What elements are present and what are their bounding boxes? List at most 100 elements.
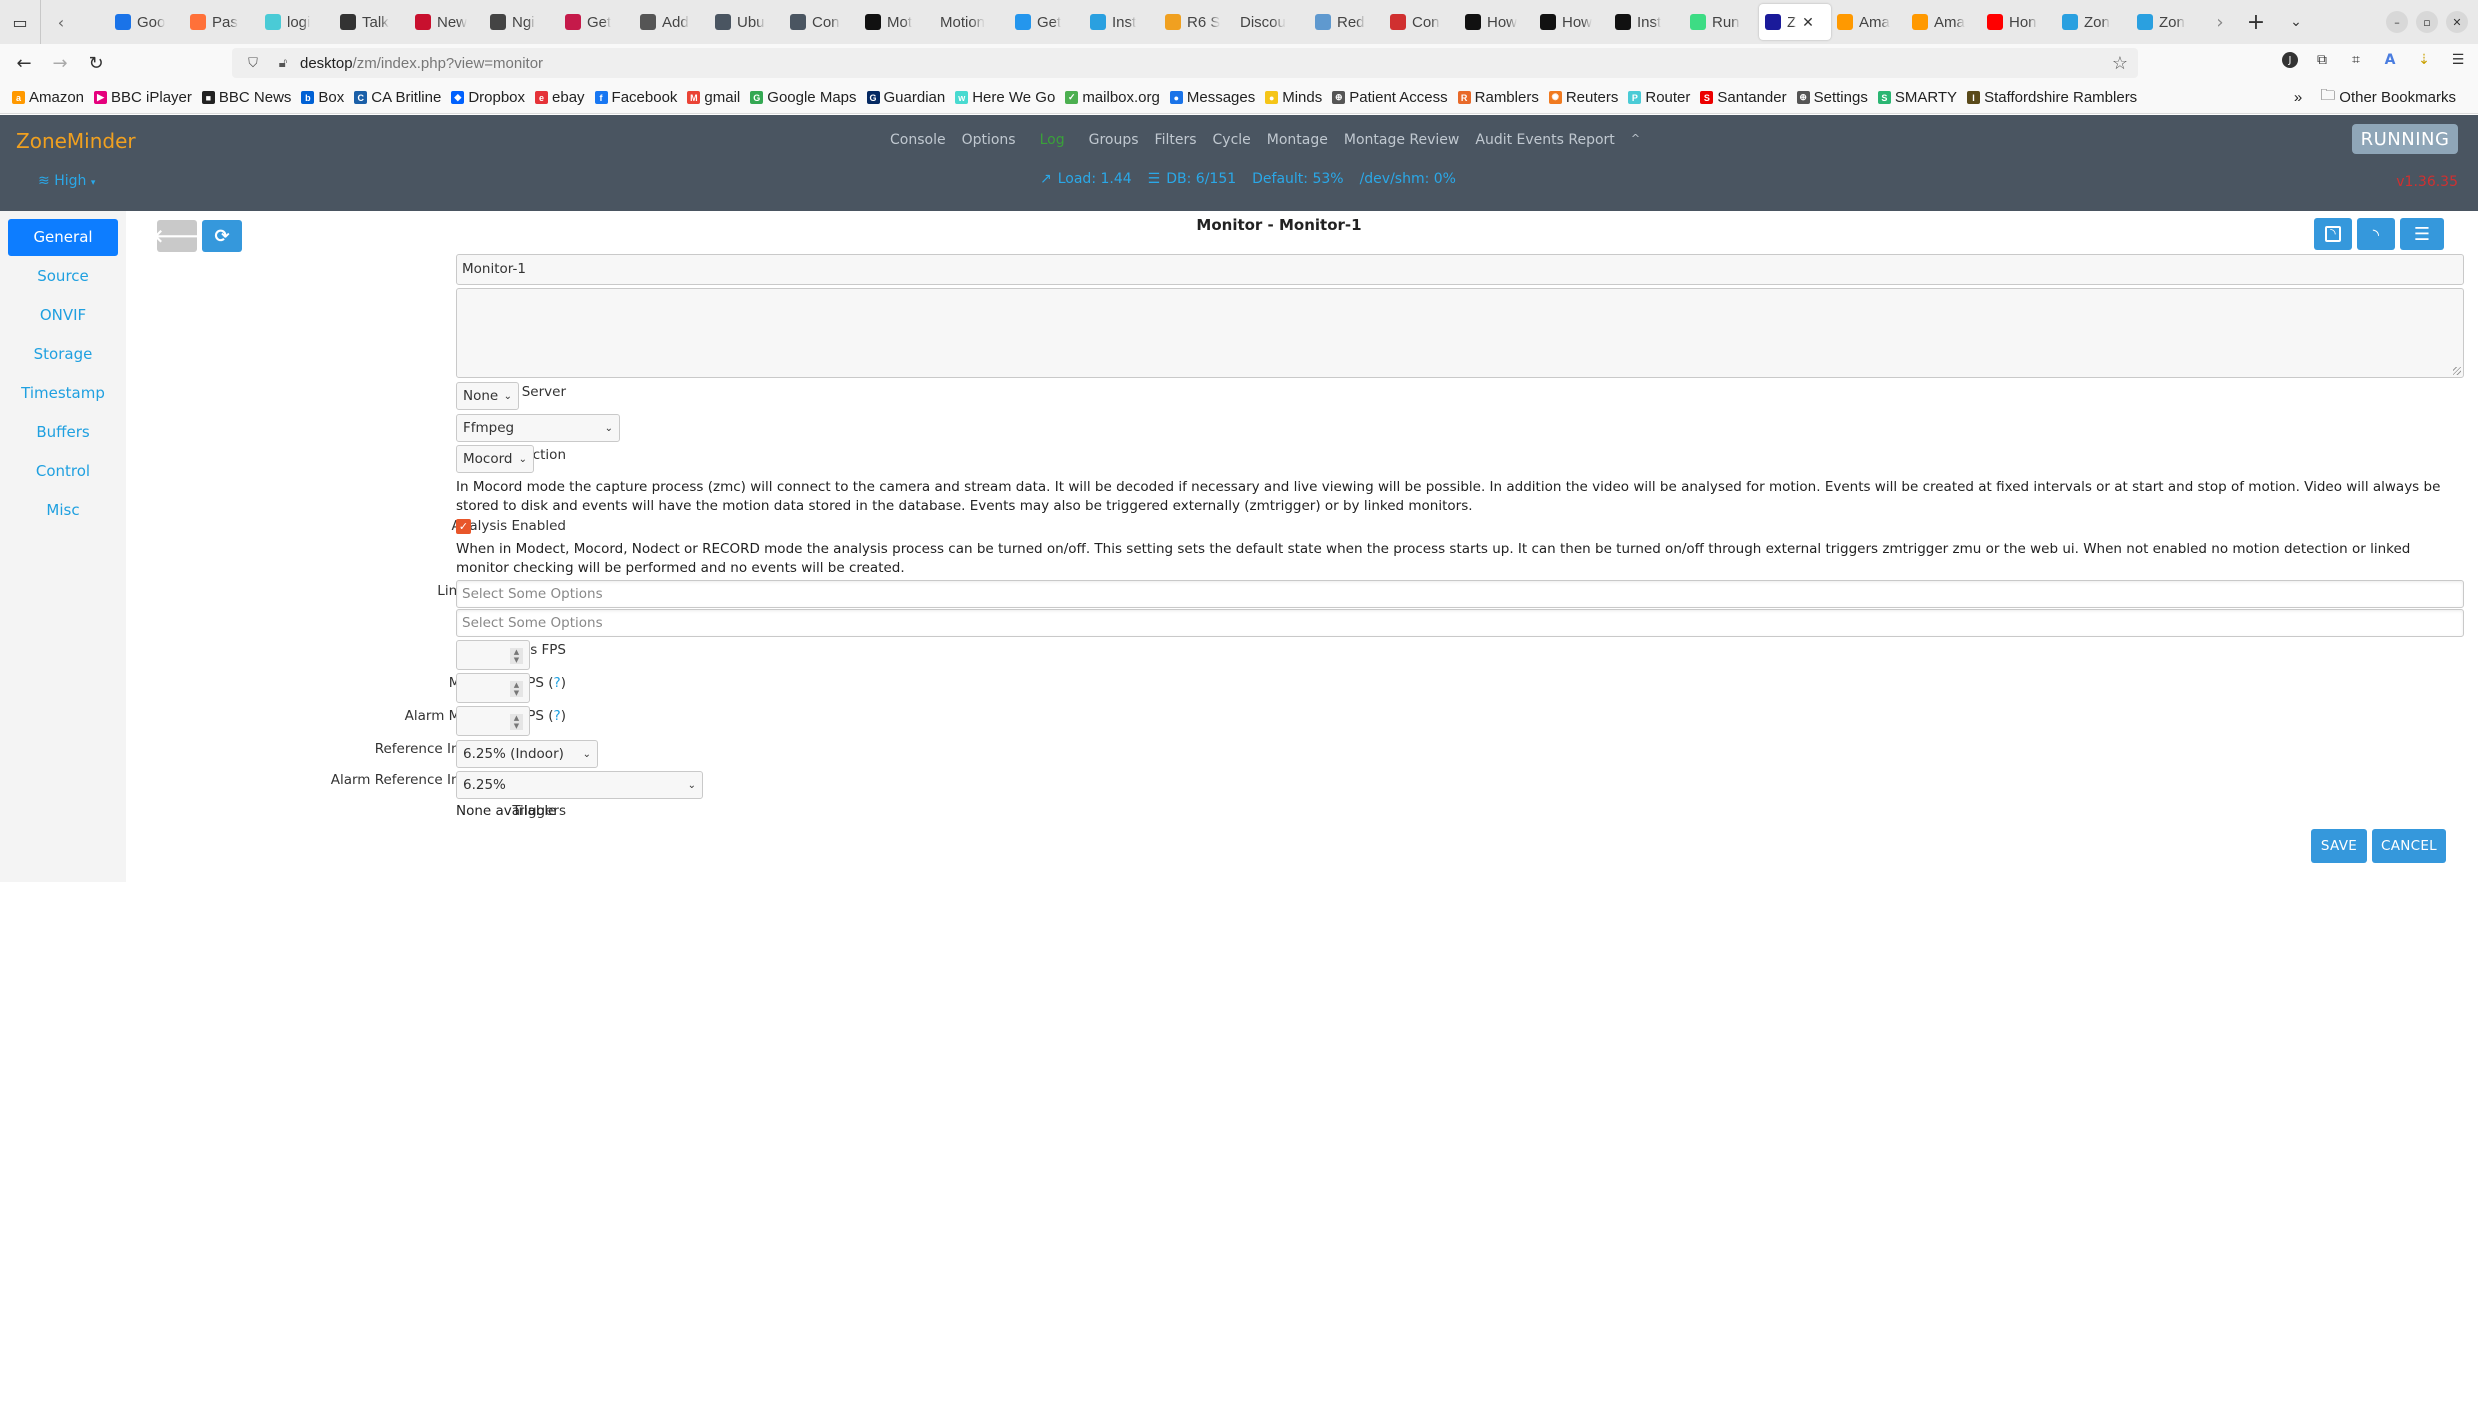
browser-tab[interactable]: Zon <box>2131 4 2206 40</box>
sidebar-item-onvif[interactable]: ONVIF <box>8 297 118 334</box>
sidebar-item-misc[interactable]: Misc <box>8 492 118 529</box>
cancel-button[interactable]: CANCEL <box>2372 829 2446 863</box>
insecure-lock-icon[interactable]: 🔓︎ <box>274 55 292 71</box>
ordered-list-button[interactable]: ☰ <box>2400 218 2444 250</box>
other-bookmarks[interactable]: 🗀︎ Other Bookmarks <box>2320 85 2456 110</box>
sidebar-item-control[interactable]: Control <box>8 453 118 490</box>
browser-tab[interactable]: Ngi <box>484 4 559 40</box>
bookmark-item[interactable]: R Ramblers <box>1457 89 1539 106</box>
browser-tab[interactable]: Ama <box>1831 4 1906 40</box>
browser-tab[interactable]: Get <box>559 4 634 40</box>
translate-icon[interactable]: A <box>2380 50 2400 70</box>
browser-tab[interactable]: How <box>1534 4 1609 40</box>
reload-button[interactable]: ↻ <box>78 53 114 74</box>
bookmark-item[interactable]: a Amazon <box>12 89 84 106</box>
extensions-puzzle-icon[interactable]: ⧉ <box>2312 50 2332 70</box>
browser-tab[interactable]: Hon <box>1981 4 2056 40</box>
spinner-icon[interactable]: ▲ ▼ <box>510 681 523 697</box>
bookmark-item[interactable]: ◆ Dropbox <box>451 89 525 106</box>
menu-icon[interactable]: ☰ <box>2448 50 2468 70</box>
reference-image-blend-select[interactable]: 6.25% (Indoor) ⌄ <box>456 740 598 768</box>
save-button[interactable]: SAVE <box>2311 829 2367 863</box>
alarm-reference-image-blend-select[interactable]: 6.25% ⌄ <box>456 771 703 799</box>
bookmark-star-icon[interactable]: ☆ <box>2112 53 2128 74</box>
bandwidth-dropdown[interactable]: ≋ High ▾ <box>38 173 95 189</box>
bookmark-item[interactable]: ✺ Reuters <box>1548 89 1618 106</box>
shield-icon[interactable]: ⛉ <box>244 55 262 71</box>
bookmark-item[interactable]: e ebay <box>535 89 585 106</box>
collapse-menu-caret-icon[interactable]: ^ <box>1631 132 1640 148</box>
bookmark-item[interactable]: I Staffordshire Ramblers <box>1967 89 2137 106</box>
browser-tab[interactable]: Discou <box>1234 4 1309 40</box>
run-state-button[interactable]: RUNNING <box>2352 124 2458 154</box>
bookmark-item[interactable]: ▶ BBC iPlayer <box>94 89 192 106</box>
browser-tab[interactable]: Get <box>1009 4 1084 40</box>
browser-tab[interactable]: Goo <box>109 4 184 40</box>
bookmark-item[interactable]: ● Messages <box>1169 89 1255 106</box>
forward-button[interactable]: → <box>42 53 78 74</box>
function-select[interactable]: Mocord ⌄ <box>456 445 534 473</box>
browser-tab[interactable]: Add <box>634 4 709 40</box>
maximum-fps-help-link[interactable]: ? <box>554 675 561 691</box>
browser-tab[interactable]: Motion <box>934 4 1009 40</box>
menu-filters[interactable]: Filters <box>1155 132 1197 148</box>
source-type-select[interactable]: Ffmpeg ⌄ <box>456 414 620 442</box>
browser-tab-active[interactable]: Z ✕ <box>1759 4 1831 40</box>
analysis-enabled-checkbox[interactable]: ✓ <box>456 519 471 534</box>
menu-montage-review[interactable]: Montage Review <box>1344 132 1460 148</box>
scroll-tabs-right-icon[interactable]: › <box>2202 12 2238 33</box>
groups-multiselect[interactable]: Select Some Options <box>456 609 2464 637</box>
browser-tab[interactable]: Inst <box>1609 4 1684 40</box>
download-icon[interactable]: ⇣ <box>2414 50 2434 70</box>
bookmark-item[interactable]: b Box <box>301 89 344 106</box>
bookmark-item[interactable]: S Santander <box>1700 89 1787 106</box>
bookmark-item[interactable]: Mgmail <box>687 89 740 106</box>
close-tab-icon[interactable]: ✕ <box>1802 14 1814 31</box>
browser-tab[interactable]: Zon <box>2056 4 2131 40</box>
analysis-fps-input[interactable]: ▲ ▼ <box>456 640 530 670</box>
refresh-button[interactable]: ⟳ <box>202 220 242 252</box>
sidebar-item-source[interactable]: Source <box>8 258 118 295</box>
maximum-fps-input[interactable]: ▲ ▼ <box>456 673 530 703</box>
new-tab-button[interactable]: + <box>2238 10 2274 35</box>
menu-options[interactable]: Options <box>962 132 1016 148</box>
browser-tab[interactable]: Ama <box>1906 4 1981 40</box>
bookmark-item[interactable]: ⊕ Settings <box>1796 89 1868 106</box>
sidebar-item-general[interactable]: General <box>8 219 118 256</box>
minimize-button[interactable]: – <box>2386 11 2408 33</box>
back-button[interactable]: ← <box>6 53 42 74</box>
more-bookmarks-icon[interactable]: » <box>2294 89 2302 106</box>
browser-tab[interactable]: How <box>1459 4 1534 40</box>
alarm-maximum-fps-help-link[interactable]: ? <box>554 708 561 724</box>
bookmark-item[interactable]: ✓ mailbox.org <box>1065 89 1160 106</box>
rss-button[interactable]: ◝ <box>2357 218 2395 250</box>
menu-log[interactable]: Log <box>1040 132 1065 148</box>
bookmark-item[interactable]: G Guardian <box>866 89 945 106</box>
sidebar-item-storage[interactable]: Storage <box>8 336 118 373</box>
bookmark-item[interactable]: ⊕ Patient Access <box>1332 89 1448 106</box>
browser-tab[interactable]: Con <box>1384 4 1459 40</box>
name-input[interactable]: Monitor-1 <box>456 254 2464 285</box>
scroll-tabs-left-icon[interactable]: ‹ <box>41 0 81 44</box>
bookmark-item[interactable]: C CA Britline <box>354 89 441 106</box>
bookmark-item[interactable]: w Here We Go <box>955 89 1055 106</box>
version-label[interactable]: v1.36.35 <box>2396 174 2458 190</box>
url-bar[interactable]: ⛉ 🔓︎ desktop/zm/index.php?view=monitor ☆ <box>232 48 2138 78</box>
bookmark-item[interactable]: P Router <box>1628 89 1690 106</box>
browser-tab[interactable]: Talk <box>334 4 409 40</box>
sidebar-item-timestamp[interactable]: Timestamp <box>8 375 118 412</box>
browser-tab[interactable]: New <box>409 4 484 40</box>
browser-tab[interactable]: Inst <box>1084 4 1159 40</box>
menu-cycle[interactable]: Cycle <box>1213 132 1251 148</box>
bookmark-item[interactable]: ● Minds <box>1265 89 1322 106</box>
maximize-button[interactable]: ▫ <box>2416 11 2438 33</box>
sidebar-item-buffers[interactable]: Buffers <box>8 414 118 451</box>
spinner-icon[interactable]: ▲ ▼ <box>510 648 523 664</box>
tab-list-chevron-icon[interactable]: ⌄ <box>2274 14 2318 30</box>
bookmark-item[interactable]: f Facebook <box>594 89 677 106</box>
browser-tab[interactable]: Pas <box>184 4 259 40</box>
bookmark-item[interactable]: G Google Maps <box>750 89 857 106</box>
zm-logo[interactable]: ZoneMinder <box>16 129 136 153</box>
crop-icon[interactable]: ⌗ <box>2346 50 2366 70</box>
browser-tab[interactable]: R6 S <box>1159 4 1234 40</box>
